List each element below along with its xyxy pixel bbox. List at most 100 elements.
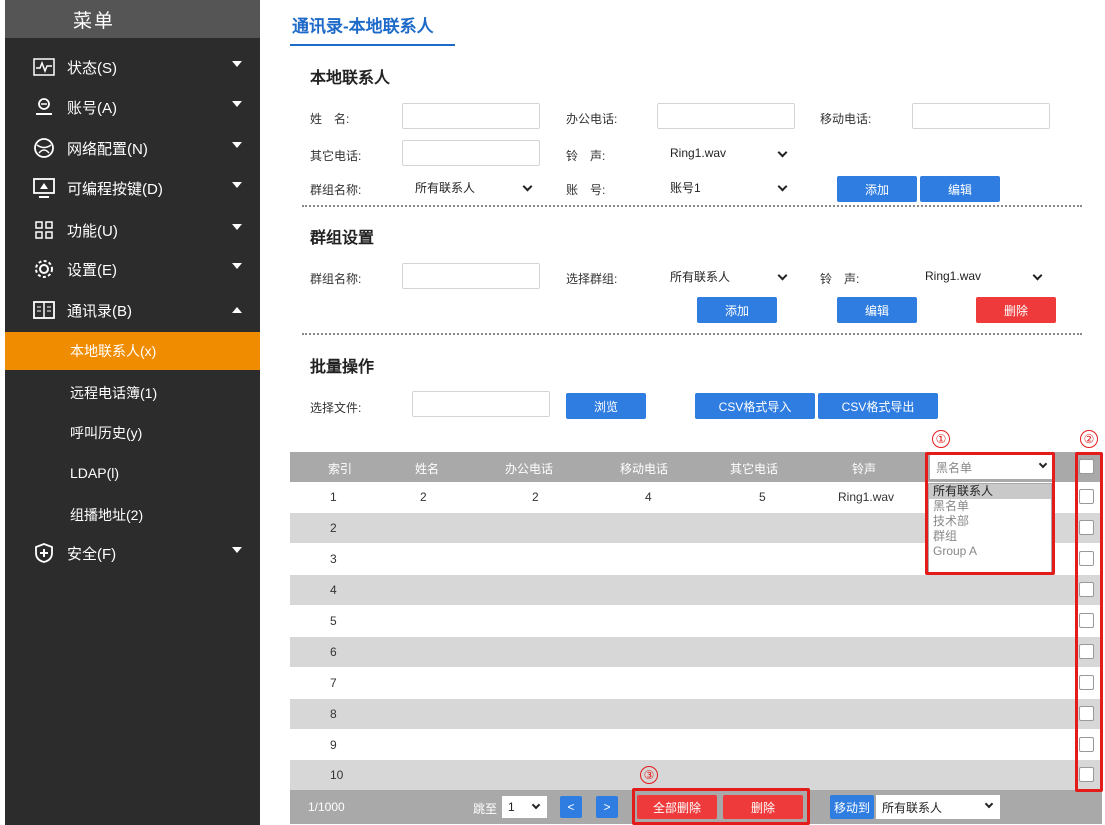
cell-other: 5	[759, 490, 766, 504]
sidebar-item-account[interactable]: 账号(A)	[5, 92, 260, 122]
table-row[interactable]: 9	[290, 730, 1102, 760]
browse-button[interactable]: 浏览	[566, 393, 646, 419]
select-group-label: 选择群组:	[566, 272, 618, 286]
edit-contact-button[interactable]: 编辑	[920, 176, 1000, 202]
cell-index: 2	[330, 521, 337, 535]
ring-select[interactable]: Ring1.wav	[657, 140, 795, 166]
office-phone-label: 办公电话:	[566, 112, 618, 126]
sidebar-subitem-ldap[interactable]: LDAP(l)	[5, 454, 260, 492]
sidebar-item-label: 设置(E)	[67, 261, 117, 279]
header-other: 其它电话	[730, 462, 779, 476]
header-office: 办公电话	[505, 462, 554, 476]
sidebar-item-network[interactable]: 网络配置(N)	[5, 133, 260, 163]
chevron-down-icon	[232, 182, 242, 188]
csv-export-button[interactable]: CSV格式导出	[818, 393, 938, 419]
chevron-down-icon	[984, 799, 994, 809]
sidebar-subitem-local-contacts[interactable]: 本地联系人(x)	[5, 332, 260, 370]
file-input[interactable]	[412, 391, 550, 417]
sidebar-item-label: 可编程按键(D)	[67, 180, 163, 198]
name-input[interactable]	[402, 103, 540, 129]
office-phone-input[interactable]	[657, 103, 795, 129]
title-underline	[290, 44, 455, 46]
mobile-phone-input[interactable]	[912, 103, 1050, 129]
sidebar-item-functions[interactable]: 功能(U)	[5, 215, 260, 245]
delete-group-button[interactable]: 删除	[976, 297, 1056, 323]
sidebar-item-label: 账号(A)	[67, 99, 117, 117]
cell-index: 6	[330, 645, 337, 659]
move-to-value: 所有联系人	[882, 800, 943, 815]
programmable-key-icon	[31, 177, 57, 199]
sidebar-item-contacts[interactable]: 通讯录(B)	[5, 295, 260, 325]
group-ring-value: Ring1.wav	[925, 269, 982, 283]
cell-index: 10	[330, 768, 344, 782]
group-name-input[interactable]	[402, 263, 540, 289]
table-row[interactable]: 5	[290, 606, 1102, 636]
ring-label: 铃 声:	[566, 149, 606, 163]
cell-index: 4	[330, 583, 337, 597]
other-phone-input[interactable]	[402, 140, 540, 166]
sidebar-subitem-call-history[interactable]: 呼叫历史(y)	[5, 414, 260, 452]
chevron-down-icon	[232, 547, 242, 553]
local-section-title: 本地联系人	[310, 70, 391, 87]
cell-index: 1	[330, 490, 337, 504]
group-section-title: 群组设置	[310, 230, 375, 247]
prev-page-button[interactable]: <	[560, 796, 582, 818]
cell-name: 2	[420, 490, 427, 504]
sidebar-item-label: 功能(U)	[67, 222, 118, 240]
sidebar-item-label: 通讯录(B)	[67, 302, 132, 320]
next-page-button[interactable]: >	[596, 796, 618, 818]
account-user-icon	[31, 96, 57, 118]
app-root: 菜单 状态(S) 账号(A) 网络配置(N) 可编程按键(D) 功能(U) 设置…	[0, 0, 1105, 825]
file-label: 选择文件:	[310, 401, 362, 415]
status-monitor-icon	[31, 56, 57, 78]
add-contact-button[interactable]: 添加	[837, 176, 917, 202]
section-divider	[302, 333, 1082, 335]
table-row[interactable]: 8	[290, 699, 1102, 729]
name-label: 姓 名:	[310, 112, 350, 126]
annotation-label-3: ③	[640, 766, 658, 784]
chevron-up-icon	[232, 307, 242, 313]
add-group-button[interactable]: 添加	[697, 297, 777, 323]
account-label: 账 号:	[566, 183, 606, 197]
sidebar-subitem-multicast[interactable]: 组播地址(2)	[5, 496, 260, 534]
account-select[interactable]: 账号1	[657, 174, 795, 200]
sidebar-subitem-remote-phonebook[interactable]: 远程电话簿(1)	[5, 374, 260, 412]
chevron-down-icon	[232, 101, 242, 107]
move-to-button[interactable]: 移动到	[830, 795, 874, 819]
network-globe-icon	[31, 137, 57, 159]
sidebar-item-programmable-keys[interactable]: 可编程按键(D)	[5, 173, 260, 203]
cell-ring: Ring1.wav	[838, 490, 895, 504]
cell-index: 3	[330, 552, 337, 566]
sidebar-item-security[interactable]: 安全(F)	[5, 538, 260, 568]
jump-page-select[interactable]: 1	[502, 796, 547, 818]
csv-import-button[interactable]: CSV格式导入	[695, 393, 815, 419]
cell-index: 5	[330, 614, 337, 628]
move-to-select[interactable]: 所有联系人	[876, 795, 1000, 819]
table-row[interactable]: 6	[290, 637, 1102, 667]
sidebar-item-settings[interactable]: 设置(E)	[5, 254, 260, 284]
table-row[interactable]: 4	[290, 575, 1102, 605]
sidebar-item-label: 安全(F)	[67, 545, 117, 563]
group-ring-select[interactable]: Ring1.wav	[912, 263, 1050, 289]
select-group-value: 所有联系人	[670, 269, 731, 284]
table-row[interactable]: 7	[290, 668, 1102, 698]
select-group-select[interactable]: 所有联系人	[657, 263, 795, 289]
other-phone-label: 其它电话:	[310, 149, 362, 163]
cell-index: 7	[330, 676, 337, 690]
jump-label: 跳至	[473, 802, 498, 816]
cell-mobile: 4	[645, 490, 652, 504]
edit-group-button[interactable]: 编辑	[837, 297, 917, 323]
sidebar-item-status[interactable]: 状态(S)	[5, 52, 260, 82]
annotation-box-2	[1075, 452, 1103, 792]
table-row[interactable]: 10	[290, 760, 1102, 790]
page-count: 1/1000	[308, 800, 345, 814]
page-title: 通讯录-本地联系人	[292, 17, 434, 36]
chevron-down-icon	[232, 142, 242, 148]
header-ring: 铃声	[852, 462, 877, 476]
group-ring-label: 铃 声:	[820, 272, 860, 286]
chevron-down-icon	[777, 270, 788, 281]
chevron-down-icon	[232, 224, 242, 230]
group-select[interactable]: 所有联系人	[402, 174, 540, 200]
jump-page-value: 1	[508, 800, 515, 814]
settings-gear-icon	[31, 258, 57, 280]
